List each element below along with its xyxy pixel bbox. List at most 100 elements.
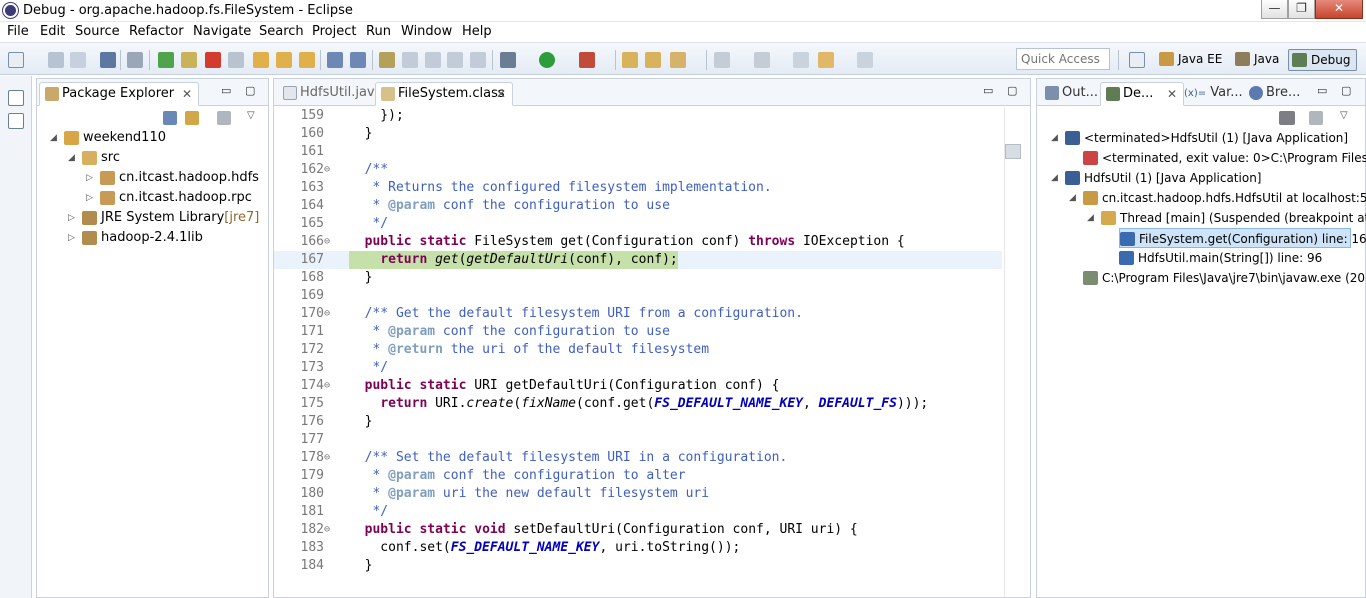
code-line[interactable]: 179 * @param conf the configuration to a… [274,467,1002,485]
tab-package-explorer[interactable]: Package Explorer ✕ [39,82,199,106]
code-line[interactable]: 168 } [274,269,1002,287]
code-line[interactable]: 166 ⊖ public static FileSystem get(Config… [274,233,1002,251]
collapsed-arrow-icon[interactable]: ▷ [68,228,75,248]
close-tab-icon[interactable]: ✕ [496,83,506,105]
run-icon[interactable] [539,52,555,68]
code-line[interactable]: 178 ⊖ /** Set the default filesystem URI … [274,449,1002,467]
expanded-arrow-icon[interactable]: ◢ [1051,168,1058,188]
menu-window[interactable]: Window [401,24,452,39]
terminate-icon[interactable] [205,52,221,68]
print-icon[interactable] [100,52,116,68]
menu-project[interactable]: Project [312,24,356,39]
new-icon[interactable] [8,52,24,68]
code-line[interactable]: 175 return URI.create(fixName(conf.get(F… [274,395,1002,413]
selected-stack-frame[interactable]: FileSystem.get(Configuration) line: 167 [1119,228,1366,248]
quick-access-input[interactable] [1016,48,1110,70]
collapsed-arrow-icon[interactable]: ▷ [86,188,93,208]
save-icon[interactable] [48,52,64,68]
code-line[interactable]: 184 } [274,557,1002,575]
view-menu-icon[interactable]: ▽ [247,110,255,121]
search-icon[interactable] [670,52,686,68]
tab-debug[interactable]: De... ✕ [1100,82,1184,106]
minimize-view-icon[interactable]: ▭ [983,84,993,97]
menu-edit[interactable]: Edit [40,24,65,39]
code-line[interactable]: 169 [274,287,1002,305]
step-into-icon[interactable] [253,52,269,68]
expanded-arrow-icon[interactable]: ◢ [1069,188,1076,208]
code-line[interactable]: 181 */ [274,503,1002,521]
maximize-button[interactable]: ❐ [1288,0,1315,19]
back-icon[interactable] [818,52,834,68]
code-line[interactable]: 167 return get(getDefaultUri(conf), conf… [274,251,1002,269]
forward-icon[interactable] [857,52,873,68]
code-line[interactable]: 165 */ [274,215,1002,233]
maximize-view-icon[interactable]: ▢ [1341,84,1351,97]
close-tab-icon[interactable]: ✕ [1167,83,1177,105]
code-line[interactable]: 163 * Returns the configured filesystem … [274,179,1002,197]
perspective-java-ee[interactable]: Java EE [1156,49,1228,71]
link-with-editor-icon[interactable] [185,111,199,125]
minimize-view-icon[interactable]: ▭ [221,84,231,97]
code-line[interactable]: 174 ⊖ public static URI getDefaultUri(Con… [274,377,1002,395]
disconnect-icon[interactable] [228,52,244,68]
code-line[interactable]: 161 [274,143,1002,161]
tab-variables[interactable]: (x)= Var... [1184,82,1248,106]
open-type-icon[interactable] [645,52,661,68]
code-line[interactable]: 183 conf.set(FS_DEFAULT_NAME_KEY, uri.to… [274,539,1002,557]
scrollbar-thumb[interactable] [1005,144,1021,159]
suspend-icon[interactable] [181,52,197,68]
previous-annotation-icon[interactable] [754,52,770,68]
tab-filesystem-class[interactable]: FileSystem.class ✕ [375,82,513,106]
code-line[interactable]: 177 [274,431,1002,449]
code-line[interactable]: 159 }); [274,107,1002,125]
fold-toggle-icon[interactable]: ⊖ [324,377,330,395]
editor-vertical-scrollbar[interactable] [1004,107,1030,597]
step-return-icon[interactable] [299,52,315,68]
menu-help[interactable]: Help [462,24,492,39]
menu-refactor[interactable]: Refactor [129,24,184,39]
save-all-icon[interactable] [70,52,86,68]
code-editor[interactable]: 159 }); 160 } 161 162 ⊖ /** 163 * Returns the… [274,107,1002,597]
minimize-button[interactable]: — [1261,0,1288,19]
restore-icon[interactable] [8,90,24,106]
toggle-breakpoint-icon[interactable] [379,52,395,68]
code-line[interactable]: 172 * @return the uri of the default fil… [274,341,1002,359]
menu-source[interactable]: Source [75,24,120,39]
close-tab-icon[interactable]: ✕ [182,83,192,105]
menu-navigate[interactable]: Navigate [193,24,251,39]
debug-icon[interactable] [500,52,516,68]
fold-toggle-icon[interactable]: ⊖ [324,521,330,539]
perspective-java[interactable]: Java [1232,49,1285,71]
inspect-icon[interactable] [425,52,441,68]
drop-to-frame-icon[interactable] [327,52,343,68]
code-line[interactable]: 170 ⊖ /** Get the default filesystem URI … [274,305,1002,323]
display-icon[interactable] [447,52,463,68]
code-line[interactable]: 164 * @param conf the configuration to u… [274,197,1002,215]
menu-search[interactable]: Search [259,24,304,39]
code-line[interactable]: 180 * @param uri the new default filesys… [274,485,1002,503]
expanded-arrow-icon[interactable]: ◢ [1051,128,1058,148]
tab-hdfsutil-java[interactable]: HdfsUtil.java [278,82,383,106]
skip-breakpoints-icon[interactable] [127,52,143,68]
view-filter-icon[interactable] [217,111,231,125]
tab-breakpoints[interactable]: Bre... [1244,82,1306,106]
watch-icon[interactable] [402,52,418,68]
code-line[interactable]: 182 ⊖ public static void setDefaultUri(Co… [274,521,1002,539]
fold-toggle-icon[interactable]: ⊖ [324,449,330,467]
fold-toggle-icon[interactable]: ⊖ [324,305,330,323]
expanded-arrow-icon[interactable]: ◢ [1087,208,1094,228]
view-menu-icon[interactable]: ▽ [1340,110,1348,121]
tab-outline[interactable]: Out... [1040,82,1098,106]
fold-toggle-icon[interactable]: ⊖ [324,233,330,251]
external-tools-icon[interactable] [579,52,595,68]
next-annotation-icon[interactable] [714,52,730,68]
code-line[interactable]: 162 ⊖ /** [274,161,1002,179]
close-button[interactable]: ✕ [1315,0,1363,19]
perspective-debug[interactable]: Debug [1288,49,1358,71]
collapse-all-icon[interactable] [163,111,177,125]
expanded-arrow-icon[interactable]: ◢ [68,148,75,168]
minimize-view-icon[interactable]: ▭ [1317,84,1327,97]
maximize-view-icon[interactable]: ▢ [1007,84,1017,97]
use-step-filters-icon[interactable] [350,52,366,68]
resume-icon[interactable] [158,52,174,68]
